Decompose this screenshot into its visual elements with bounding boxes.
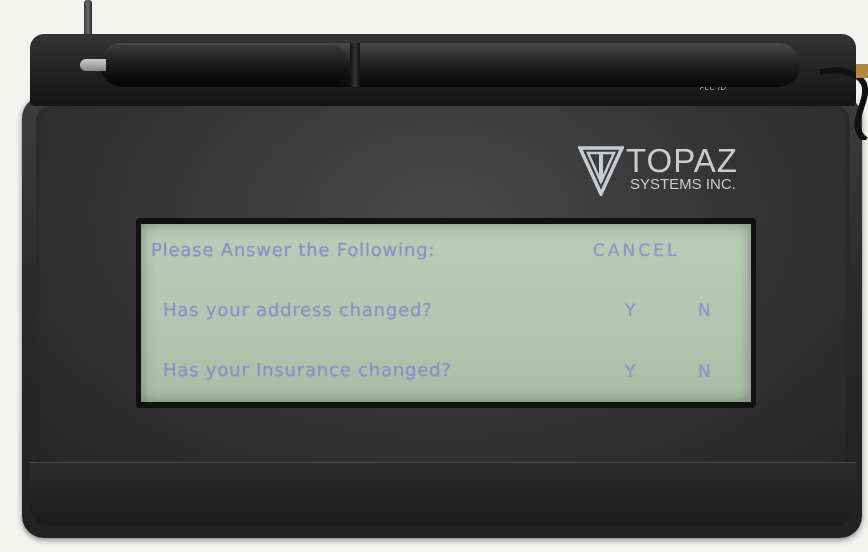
stylus-grip bbox=[100, 45, 350, 85]
stylus-pen[interactable] bbox=[80, 43, 800, 87]
question-address: Has your address changed? bbox=[163, 300, 433, 321]
stylus-tip bbox=[80, 59, 106, 71]
lcd-screen: Please Answer the Following: CANCEL Has … bbox=[141, 224, 751, 402]
address-yes-button[interactable]: Y bbox=[625, 301, 635, 321]
topaz-shield-icon bbox=[578, 146, 624, 196]
topaz-logo: TOPAZ SYSTEMS INC. bbox=[578, 142, 758, 202]
address-no-button[interactable]: N bbox=[698, 301, 711, 321]
insurance-no-button[interactable]: N bbox=[698, 362, 711, 382]
brand-name: TOPAZ bbox=[626, 142, 738, 179]
cancel-button[interactable]: CANCEL bbox=[593, 241, 679, 261]
lcd-header: Please Answer the Following: bbox=[151, 240, 436, 261]
question-insurance: Has your Insurance changed? bbox=[163, 360, 452, 381]
signature-pad-ledge bbox=[30, 462, 856, 525]
signature-pad-photo: FCC ID TOPAZ SYSTEMS INC. Please Answer … bbox=[0, 0, 868, 552]
stylus-tether-cable bbox=[820, 64, 868, 140]
brand-subtitle: SYSTEMS INC. bbox=[630, 176, 736, 193]
stylus-ring bbox=[350, 43, 360, 87]
insurance-yes-button[interactable]: Y bbox=[625, 362, 635, 382]
